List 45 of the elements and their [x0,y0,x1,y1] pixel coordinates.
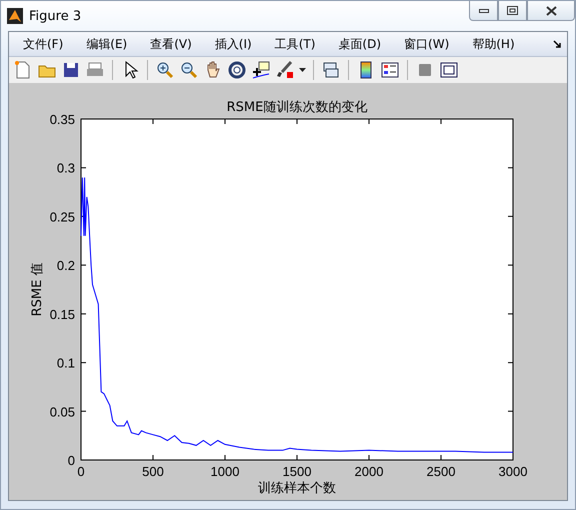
brush-icon[interactable] [275,60,295,80]
tick-label: 0.25 [50,209,75,224]
tick-label: 1500 [282,464,312,479]
window-title: Figure 3 [29,8,82,24]
menu-item[interactable]: 编辑(E) [78,36,134,52]
x-axis-label: 训练样本个数 [258,481,336,496]
close-button[interactable] [527,1,575,21]
menu-item[interactable]: 工具(T) [266,36,322,52]
tick-label: 0.1 [56,356,75,371]
legend-icon[interactable] [380,60,400,80]
minimize-icon[interactable] [478,8,488,12]
tick-label: 500 [142,464,164,479]
zoom-in-icon[interactable] [155,60,175,80]
maximize-button[interactable] [498,1,527,21]
app-logo-icon [7,8,23,24]
tick-label: 0 [68,453,75,468]
tick-label: 0.3 [56,160,75,176]
data-cursor-icon[interactable] [251,60,271,80]
tick-label: 0.35 [50,112,75,127]
dock-arrow-icon[interactable] [553,40,561,48]
menu-item[interactable]: 帮助(H) [464,36,522,52]
maximize-icon[interactable] [507,6,518,15]
rotate-icon[interactable] [227,60,247,80]
menu-item[interactable]: 查看(V) [142,36,199,52]
chart-title: RSME随训练次数的变化 [226,100,368,115]
tick-label: 1000 [210,464,240,479]
save-icon[interactable] [61,60,81,80]
menu-item[interactable]: 桌面(D) [330,36,388,52]
caret-icon[interactable] [299,68,306,72]
tick-label: 0.2 [56,258,75,274]
zoom-out-icon[interactable] [179,60,199,80]
tick-label: 2000 [354,464,384,479]
close-icon[interactable] [546,6,556,16]
y-axis-label: RSME 值 [30,262,45,316]
tick-label: 3000 [498,464,528,479]
window-frame-icon[interactable] [439,60,459,80]
menu-item[interactable]: 窗口(W) [396,36,456,52]
tick-label: 0.05 [50,404,75,420]
minimize-button[interactable] [469,1,498,21]
tick-label: 0.15 [50,306,75,322]
tick-label: 2500 [426,464,456,479]
link-icon[interactable] [321,60,341,80]
tick-label: 0 [77,464,85,479]
menu-item[interactable]: 文件(F) [15,36,70,52]
menu-item[interactable]: 插入(I) [206,36,259,52]
